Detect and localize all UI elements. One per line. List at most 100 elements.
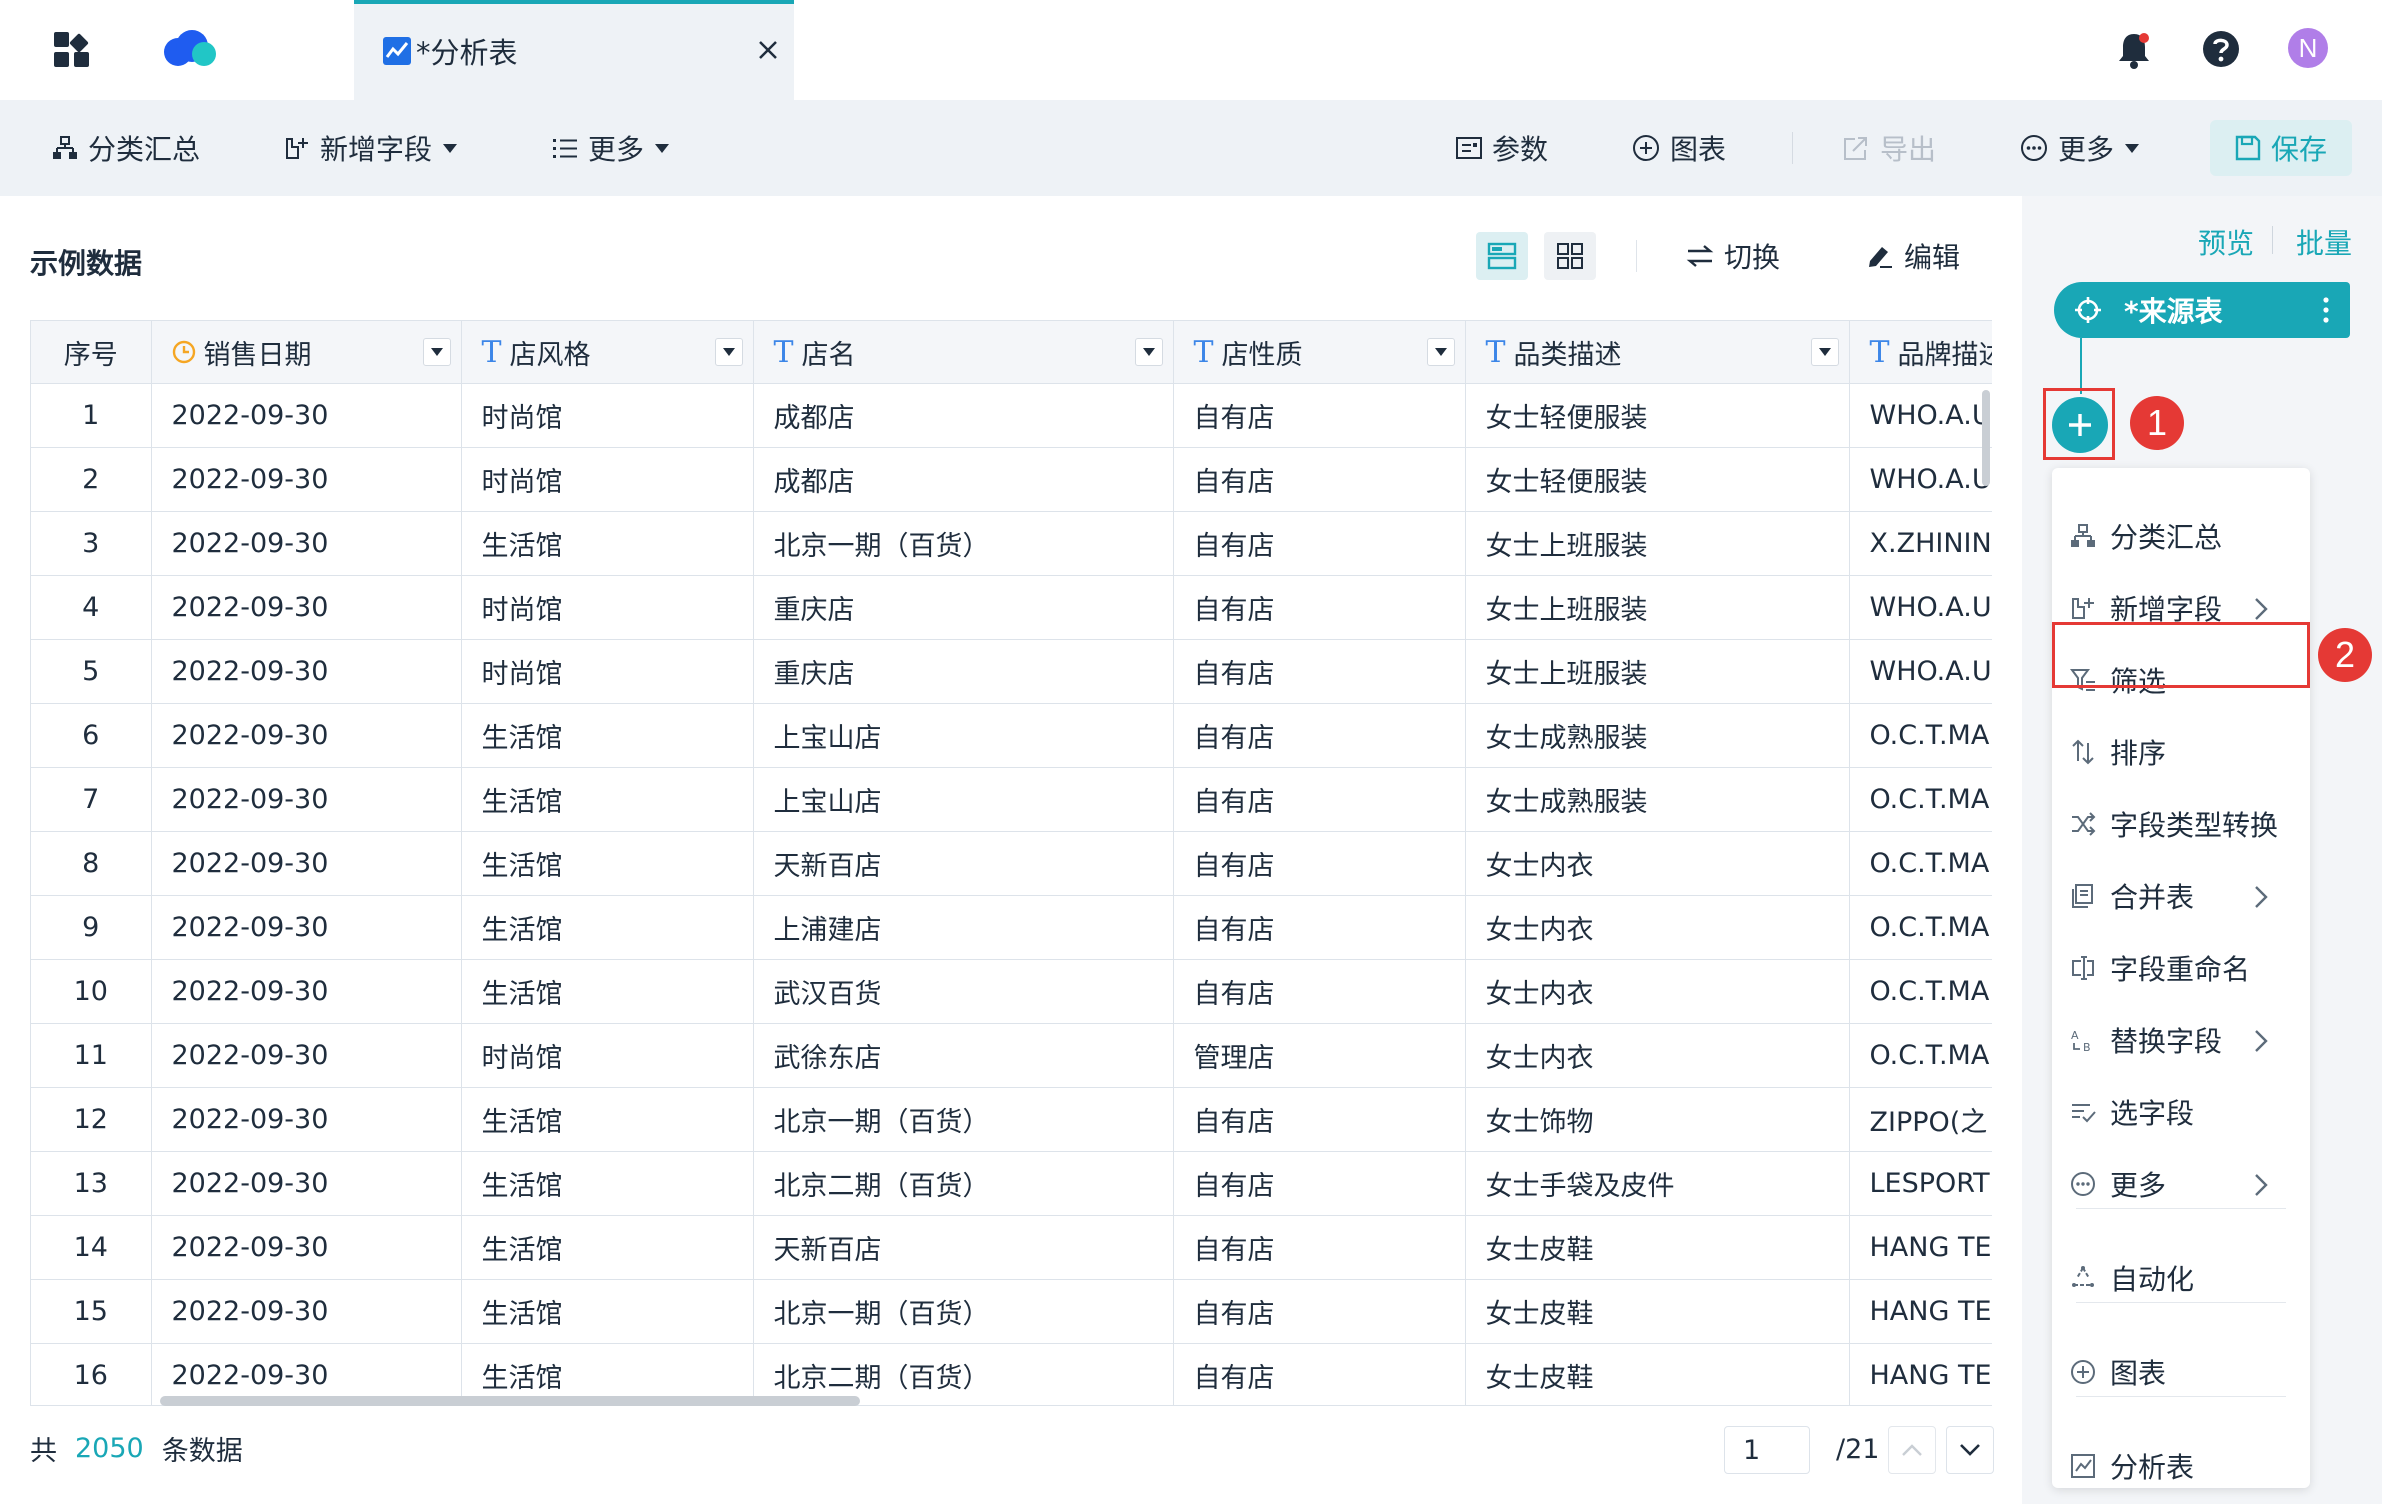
- more-dropdown-left[interactable]: 更多: [552, 100, 680, 196]
- menu-item-merge-table[interactable]: 合并表: [2052, 866, 2310, 926]
- table-row[interactable]: 5 2022-09-30 时尚馆 重庆店 自有店 女士上班服装 WHO.A.U: [31, 639, 1992, 704]
- close-icon[interactable]: [756, 38, 780, 62]
- more-dropdown-right[interactable]: 更多: [2020, 100, 2150, 196]
- caret-down-icon: [442, 142, 458, 154]
- table-row[interactable]: 1 2022-09-30 时尚馆 成都店 自有店 女士轻便服装 WHO.A.U: [31, 383, 1992, 448]
- grid-view-toggle[interactable]: [1544, 232, 1596, 280]
- menu-item-rename-field[interactable]: 字段重命名: [2052, 938, 2310, 998]
- table-row[interactable]: 4 2022-09-30 时尚馆 重庆店 自有店 女士上班服装 WHO.A.U: [31, 575, 1992, 640]
- edit-button[interactable]: 编辑: [1866, 232, 1960, 280]
- table-cell: 自有店: [1173, 1215, 1466, 1280]
- menu-item-automation[interactable]: 自动化: [2052, 1248, 2310, 1308]
- table-row[interactable]: 9 2022-09-30 生活馆 上浦建店 自有店 女士内衣 O.C.T.MA: [31, 895, 1992, 960]
- menu-separator: [2076, 1396, 2286, 1397]
- column-dropdown-button[interactable]: [1810, 338, 1839, 366]
- more-vertical-icon[interactable]: [2322, 296, 2330, 324]
- rename-icon: [2070, 955, 2096, 981]
- table-row[interactable]: 3 2022-09-30 生活馆 北京一期（百货） 自有店 女士上班服装 X.ZHININ: [31, 511, 1992, 576]
- switch-button[interactable]: 切换: [1686, 232, 1780, 280]
- chart-button[interactable]: 图表: [1632, 100, 1726, 196]
- table-row[interactable]: 6 2022-09-30 生活馆 上宝山店 自有店 女士成熟服装 O.C.T.MA: [31, 703, 1992, 768]
- column-header-category[interactable]: T 品类描述: [1465, 321, 1850, 384]
- params-button[interactable]: 参数: [1456, 100, 1548, 196]
- menu-item-more[interactable]: 更多: [2052, 1154, 2310, 1214]
- batch-link[interactable]: 批量: [2296, 222, 2352, 262]
- preview-link[interactable]: 预览: [2198, 222, 2254, 262]
- more-right-label: 更多: [2058, 133, 2115, 166]
- table-cell: 上浦建店: [753, 895, 1174, 960]
- column-dropdown-button[interactable]: [1134, 338, 1163, 366]
- table-row[interactable]: 8 2022-09-30 生活馆 天新百店 自有店 女士内衣 O.C.T.MA: [31, 831, 1992, 896]
- table-cell: 自有店: [1173, 1279, 1466, 1344]
- table-cell: 生活馆: [461, 1151, 754, 1216]
- table-cell: 生活馆: [461, 767, 754, 832]
- export-button[interactable]: 导出: [1842, 100, 1936, 196]
- table-cell: 13: [31, 1151, 152, 1216]
- horizontal-scrollbar[interactable]: [160, 1396, 860, 1406]
- table-cell: 2022-09-30: [151, 575, 462, 640]
- table-cell: 成都店: [753, 447, 1174, 512]
- page-number-input[interactable]: 1: [1724, 1426, 1810, 1474]
- list-view-toggle[interactable]: [1476, 232, 1528, 280]
- page-up-button[interactable]: [1888, 1426, 1936, 1474]
- table-cell: 生活馆: [461, 895, 754, 960]
- column-header-brand[interactable]: T品牌描述: [1849, 321, 1992, 384]
- column-label: 店性质: [1221, 339, 1303, 371]
- column-header-store-style[interactable]: T 店风格: [461, 321, 754, 384]
- product-logo: [158, 28, 222, 70]
- table-row[interactable]: 11 2022-09-30 时尚馆 武徐东店 管理店 女士内衣 O.C.T.MA: [31, 1023, 1992, 1088]
- page-down-button[interactable]: [1946, 1426, 1994, 1474]
- save-button[interactable]: 保存: [2210, 120, 2352, 176]
- tab-analysis-table[interactable]: *分析表: [354, 0, 794, 100]
- group-summary-button[interactable]: 分类汇总: [52, 100, 200, 196]
- count-suffix: 条数据: [161, 1435, 243, 1467]
- annotation-box-2: [2052, 622, 2310, 688]
- table-row[interactable]: 10 2022-09-30 生活馆 武汉百货 自有店 女士内衣 O.C.T.MA: [31, 959, 1992, 1024]
- svg-text:B: B: [2083, 1041, 2091, 1053]
- table-cell: 自有店: [1173, 575, 1466, 640]
- help-icon[interactable]: [2202, 30, 2240, 68]
- app-grid-icon[interactable]: [52, 30, 92, 70]
- menu-separator: [2076, 1302, 2286, 1303]
- crosshair-icon: [2074, 296, 2102, 324]
- table-cell: 8: [31, 831, 152, 896]
- table-row[interactable]: 7 2022-09-30 生活馆 上宝山店 自有店 女士成熟服装 O.C.T.MA: [31, 767, 1992, 832]
- annotation-badge-1: 1: [2130, 396, 2184, 450]
- add-field-dropdown[interactable]: 新增字段: [284, 100, 468, 196]
- table-cell: 自有店: [1173, 383, 1466, 448]
- menu-item-replace-field[interactable]: AB 替换字段: [2052, 1010, 2310, 1070]
- table-cell: 女士轻便服装: [1465, 447, 1850, 512]
- menu-item-select-field[interactable]: 选字段: [2052, 1082, 2310, 1142]
- menu-item-label: 分类汇总: [2110, 521, 2223, 554]
- table-row[interactable]: 13 2022-09-30 生活馆 北京二期（百货） 自有店 女士手袋及皮件 LESPORT: [31, 1151, 1992, 1216]
- table-cell: 生活馆: [461, 511, 754, 576]
- table-row[interactable]: 2 2022-09-30 时尚馆 成都店 自有店 女士轻便服装 WHO.A.U: [31, 447, 1992, 512]
- bell-icon[interactable]: [2116, 30, 2152, 70]
- table-cell: WHO.A.U: [1849, 383, 1992, 448]
- table-cell: 女士内衣: [1465, 1023, 1850, 1088]
- menu-item-analysis-table[interactable]: 分析表: [2052, 1436, 2310, 1496]
- vertical-scrollbar[interactable]: [1982, 390, 1990, 486]
- table-cell: 2022-09-30: [151, 511, 462, 576]
- table-row[interactable]: 12 2022-09-30 生活馆 北京一期（百货） 自有店 女士饰物 ZIPPO(之: [31, 1087, 1992, 1152]
- chevron-down-icon: [1947, 1427, 1993, 1473]
- column-header-sale-date[interactable]: 销售日期: [151, 321, 462, 384]
- page-total: /21: [1836, 1434, 1880, 1465]
- table-cell: 女士皮鞋: [1465, 1279, 1850, 1344]
- avatar[interactable]: N: [2288, 28, 2328, 68]
- column-dropdown-button[interactable]: [1426, 338, 1455, 366]
- column-header-store-name[interactable]: T 店名: [753, 321, 1174, 384]
- menu-item-chart[interactable]: 图表: [2052, 1342, 2310, 1402]
- menu-item-group-summary[interactable]: 分类汇总: [2052, 506, 2310, 566]
- column-dropdown-button[interactable]: [714, 338, 743, 366]
- table-row[interactable]: 14 2022-09-30 生活馆 天新百店 自有店 女士皮鞋 HANG TE: [31, 1215, 1992, 1280]
- table-row[interactable]: 15 2022-09-30 生活馆 北京一期（百货） 自有店 女士皮鞋 HANG TE: [31, 1279, 1992, 1344]
- chevron-right-icon: [2248, 1028, 2274, 1054]
- menu-item-type-conversion[interactable]: 字段类型转换: [2052, 794, 2310, 854]
- add-step-button[interactable]: [2052, 397, 2108, 453]
- column-header-store-type[interactable]: T 店性质: [1173, 321, 1466, 384]
- table-cell: HANG TE: [1849, 1343, 1992, 1405]
- column-dropdown-button[interactable]: [422, 338, 451, 366]
- source-table-node[interactable]: *来源表: [2054, 282, 2350, 338]
- menu-item-sort[interactable]: 排序: [2052, 722, 2310, 782]
